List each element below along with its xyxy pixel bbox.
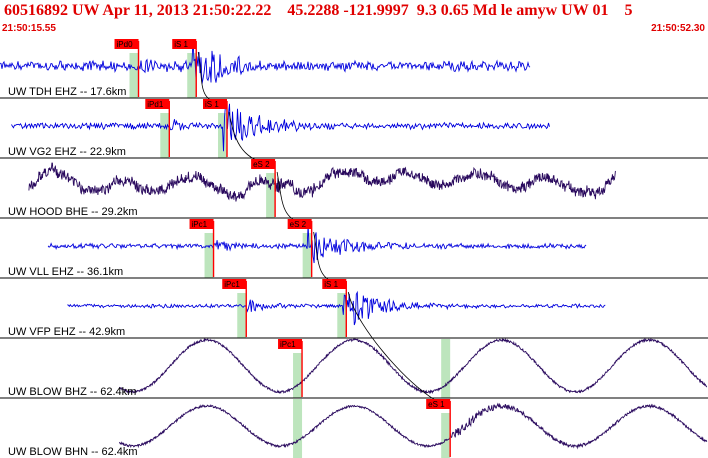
window-end-time: 21:50:52.30: [651, 23, 705, 34]
seismogram-panels[interactable]: iPd0 iS 1 iPd1 iS 1 eS 2 iPc1 eS 2 iPc1 iS 1 iPc1…: [0, 38, 708, 458]
event-summary-title: 60516892 UW Apr 11, 2013 21:50:22.22 45.…: [4, 2, 633, 19]
pick-label: iPc1: [280, 340, 296, 349]
station-labels-layer: UW TDH EHZ -- 17.6km UW VG2 EHZ -- 22.9km…: [8, 86, 138, 458]
station-label: UW BLOW BHZ -- 62.4km: [8, 386, 136, 398]
pick-label: eS 2: [253, 160, 270, 169]
pick-label: eS 2: [290, 220, 307, 229]
pick-window: [129, 53, 139, 98]
seismic-trace[interactable]: [0, 38, 531, 84]
station-label: UW HOOD BHE -- 29.2km: [8, 206, 138, 218]
seismic-trace[interactable]: [118, 402, 708, 450]
seismic-trace[interactable]: [11, 101, 550, 152]
pick-window: [204, 233, 214, 278]
moveout-curves-layer: [197, 51, 450, 407]
pick-label: iPd0: [117, 40, 134, 49]
pick-window: [337, 293, 347, 338]
seismic-trace[interactable]: [118, 337, 708, 395]
pick-label: eS 1: [428, 400, 445, 409]
station-label: UW TDH EHZ -- 17.6km: [8, 86, 126, 98]
pick-label: iS 1: [324, 280, 338, 289]
station-label: UW VFP EHZ -- 42.9km: [8, 326, 125, 338]
station-label: UW VLL EHZ -- 36.1km: [8, 266, 123, 278]
window-start-time: 21:50:15.55: [2, 23, 56, 34]
pick-label: iS 1: [174, 40, 188, 49]
pick-window: [160, 113, 170, 158]
station-label: UW BLOW BHN -- 62.4km: [8, 446, 138, 458]
pick-window: [293, 353, 303, 398]
pick-label: iPc1: [192, 220, 208, 229]
station-label: UW VG2 EHZ -- 22.9km: [8, 146, 126, 158]
seismic-trace[interactable]: [28, 162, 616, 202]
seismic-trace[interactable]: [67, 290, 606, 326]
pick-label: iS 1: [205, 100, 219, 109]
pick-window: [293, 399, 303, 458]
pick-window: [441, 413, 451, 458]
pick-window: [441, 339, 451, 398]
pick-window: [237, 293, 247, 338]
pick-windows-layer: [129, 53, 451, 458]
pick-label: iPd1: [147, 100, 164, 109]
pick-label: iPc1: [224, 280, 240, 289]
event-header: 60516892 UW Apr 11, 2013 21:50:22.22 45.…: [0, 0, 708, 38]
seismic-trace[interactable]: [47, 224, 587, 264]
